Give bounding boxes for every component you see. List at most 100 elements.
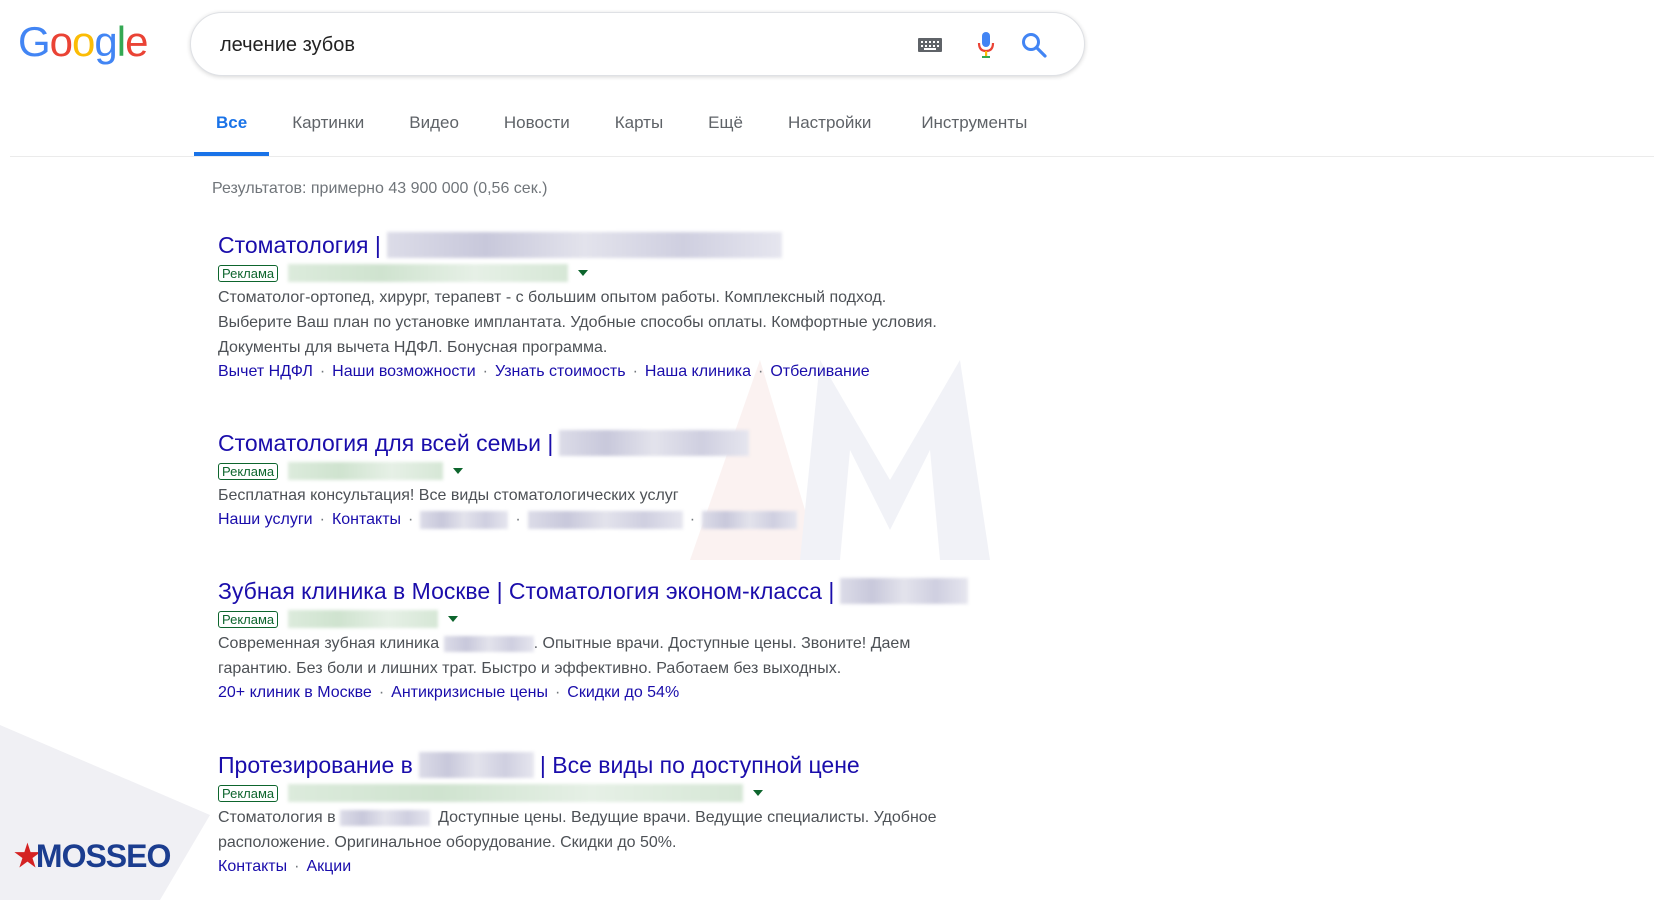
description-text: Современная зубная клиника	[218, 635, 440, 652]
redacted-url	[288, 462, 444, 480]
tab-video[interactable]: Видео	[409, 112, 459, 156]
description-line: Бесплатная консультация! Все виды стомат…	[218, 487, 679, 504]
result-url-row: Реклама	[218, 262, 1078, 284]
search-tabs: Все Картинки Видео Новости Карты Ещё Нас…	[193, 112, 1072, 156]
ad-result: Стоматология для всей семьи | Реклама Бе…	[218, 428, 1078, 532]
sitelink[interactable]: Наша клиника	[645, 363, 751, 380]
result-title-text: Зубная клиника в Москве | Стоматология э…	[218, 578, 835, 604]
description-text: Доступные цены. Ведущие врачи. Ведущие с…	[438, 809, 937, 826]
search-icon[interactable]	[1019, 31, 1049, 59]
description-line: расположение. Оригинальное оборудование.…	[218, 834, 677, 851]
sitelink[interactable]: 20+ клиник в Москве	[218, 684, 372, 701]
sitelinks: Вычет НДФЛ · Наши возможности · Узнать стоим…	[218, 360, 1078, 384]
tab-tools[interactable]: Инструменты	[921, 112, 1027, 156]
sitelink[interactable]: Наши возможности	[332, 363, 475, 380]
search-box	[190, 12, 1085, 76]
result-description: Стоматолог-ортопед, хирург, терапевт - с…	[218, 285, 1078, 360]
tab-all[interactable]: Все	[193, 112, 270, 156]
result-description: Стоматология в Доступные цены. Ведущие в…	[218, 805, 1078, 855]
result-stats: Результатов: примерно 43 900 000 (0,56 с…	[212, 180, 548, 197]
result-url-row: Реклама	[218, 782, 1078, 804]
separator: ·	[319, 511, 325, 528]
separator: ·	[294, 858, 300, 875]
separator: ·	[515, 511, 521, 528]
tab-maps[interactable]: Карты	[615, 112, 663, 156]
tab-news[interactable]: Новости	[504, 112, 570, 156]
keyboard-icon[interactable]	[916, 31, 944, 59]
tab-images[interactable]: Картинки	[292, 112, 364, 156]
description-line: Современная зубная клиника . Опытные вра…	[218, 631, 1078, 656]
google-logo[interactable]: Google	[18, 18, 148, 66]
separator: ·	[632, 363, 638, 380]
redacted-sitelink[interactable]	[527, 510, 683, 529]
separator: ·	[319, 363, 326, 380]
result-title-text: Стоматология |	[218, 232, 381, 258]
ad-badge: Реклама	[218, 264, 279, 282]
sitelink[interactable]: Скидки до 54%	[567, 684, 679, 701]
result-title-text: Протезирование в	[218, 752, 413, 778]
ad-result: Стоматология | Реклама Стоматолог-ортопе…	[218, 230, 1078, 384]
sitelink[interactable]: Антикризисные цены	[391, 684, 548, 701]
caret-down-icon[interactable]	[753, 790, 764, 796]
redacted-text	[840, 578, 969, 604]
brand-text: MOSSEO	[35, 838, 171, 874]
result-description: Бесплатная консультация! Все виды стомат…	[218, 483, 1078, 508]
sitelink[interactable]: Вычет НДФЛ	[218, 363, 313, 380]
redacted-text	[386, 232, 782, 258]
redacted-url	[288, 784, 744, 802]
description-line: Документы для вычета НДФЛ. Бонусная прог…	[218, 339, 608, 356]
mosseo-brand-logo: ★ MOSSEO	[14, 838, 171, 875]
caret-down-icon[interactable]	[448, 616, 459, 622]
separator: ·	[554, 684, 561, 701]
separator: ·	[758, 363, 764, 380]
header-divider	[10, 156, 1654, 157]
ad-badge: Реклама	[218, 610, 279, 628]
separator: ·	[408, 511, 414, 528]
result-title-link[interactable]: Зубная клиника в Москве | Стоматология э…	[218, 576, 1078, 606]
result-title-link[interactable]: Протезирование в | Все виды по доступной…	[218, 750, 1078, 780]
sitelinks: Наши услуги · Контакты · · ·	[218, 508, 1078, 532]
search-input[interactable]	[218, 27, 842, 63]
sitelink[interactable]: Отбеливание	[770, 363, 869, 380]
tab-more[interactable]: Ещё	[708, 112, 743, 156]
description-line: Выберите Ваш план по установке имплантат…	[218, 314, 937, 331]
sitelink[interactable]: Наши услуги	[218, 511, 313, 528]
caret-down-icon[interactable]	[453, 468, 464, 474]
sitelinks: 20+ клиник в Москве · Антикризисные цены · С…	[218, 681, 1078, 705]
sitelinks: Контакты · Акции	[218, 855, 1078, 879]
ad-badge: Реклама	[218, 462, 279, 480]
result-title-link[interactable]: Стоматология для всей семьи |	[218, 428, 1078, 458]
ad-badge: Реклама	[218, 784, 279, 802]
description-line: Стоматолог-ортопед, хирург, терапевт - с…	[218, 289, 887, 306]
separator: ·	[689, 511, 696, 528]
result-title-link[interactable]: Стоматология |	[218, 230, 1078, 260]
redacted-text	[340, 809, 431, 826]
separator: ·	[482, 363, 488, 380]
result-url-row: Реклама	[218, 460, 1078, 482]
description-text: . Опытные врачи. Доступные цены. Звоните…	[533, 635, 911, 652]
redacted-url	[288, 610, 439, 628]
redacted-text	[559, 430, 750, 456]
result-description: Современная зубная клиника . Опытные вра…	[218, 631, 1078, 681]
sitelink[interactable]: Акции	[306, 858, 351, 875]
description-line: гарантию. Без боли и лишних трат. Быстро…	[218, 660, 842, 677]
redacted-sitelink[interactable]	[702, 510, 798, 529]
redacted-url	[288, 264, 569, 282]
sitelink[interactable]: Контакты	[218, 858, 287, 875]
ad-result: Протезирование в | Все виды по доступной…	[218, 750, 1078, 879]
tab-settings[interactable]: Настройки	[788, 112, 871, 156]
redacted-text	[418, 752, 534, 778]
result-url-row: Реклама	[218, 608, 1078, 630]
separator: ·	[378, 684, 385, 701]
result-title-text: | Все виды по доступной цене	[539, 752, 860, 778]
microphone-icon[interactable]	[973, 31, 999, 59]
description-line: Стоматология в Доступные цены. Ведущие в…	[218, 805, 1078, 830]
caret-down-icon[interactable]	[578, 270, 589, 276]
sitelink[interactable]: Узнать стоимость	[495, 363, 626, 380]
description-text: Стоматология в	[218, 809, 336, 826]
redacted-sitelink[interactable]	[420, 510, 509, 529]
redacted-text	[443, 635, 534, 652]
result-title-text: Стоматология для всей семьи |	[218, 430, 554, 456]
ad-result: Зубная клиника в Москве | Стоматология э…	[218, 576, 1078, 705]
sitelink[interactable]: Контакты	[332, 511, 401, 528]
